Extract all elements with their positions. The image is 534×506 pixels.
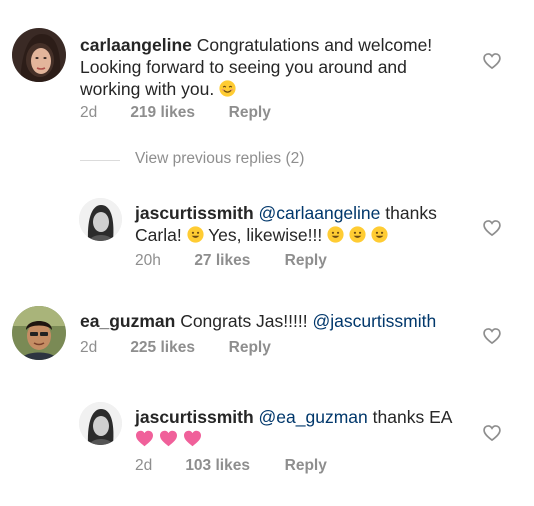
comment-text: Congrats Jas!!!!!: [180, 311, 308, 331]
reply-button[interactable]: Reply: [229, 339, 271, 357]
divider-line: [80, 160, 120, 161]
timestamp: 2d: [80, 339, 98, 356]
reply-button[interactable]: Reply: [285, 252, 327, 270]
avatar-jascurtissmith[interactable]: [79, 402, 122, 445]
comment-body: jascurtissmith @carlaangeline thanks Car…: [135, 202, 465, 246]
avatar-carlaangeline[interactable]: [12, 28, 66, 82]
smiling-face-emoji-icon: [186, 226, 204, 243]
username[interactable]: ea_guzman: [80, 311, 175, 331]
avatar-ea-guzman[interactable]: [12, 306, 66, 360]
heart-outline-icon[interactable]: [482, 423, 502, 443]
username[interactable]: carlaangeline: [80, 35, 192, 55]
likes-count[interactable]: 103 likes: [185, 457, 280, 475]
heart-outline-icon[interactable]: [482, 326, 502, 346]
heart-outline-icon[interactable]: [482, 51, 502, 71]
pink-heart-emoji-icon: [183, 430, 201, 447]
comment-body: ea_guzman Congrats Jas!!!!! @jascurtissm…: [80, 310, 470, 332]
username[interactable]: jascurtissmith: [135, 203, 254, 223]
avatar-jascurtissmith[interactable]: [79, 198, 122, 241]
comment-text-2: Yes, likewise!!!: [208, 225, 323, 245]
comment-meta: 2d 219 likes Reply: [80, 104, 271, 122]
mention-link[interactable]: @ea_guzman: [259, 407, 368, 427]
smiling-face-emoji-icon: [371, 226, 388, 243]
timestamp: 20h: [135, 252, 161, 269]
mention-link[interactable]: @carlaangeline: [259, 203, 381, 223]
username[interactable]: jascurtissmith: [135, 407, 254, 427]
comment-text: thanks EA: [372, 407, 453, 427]
view-previous-label[interactable]: View previous replies (2): [135, 150, 304, 168]
comment-body: jascurtissmith @ea_guzman thanks EA: [135, 406, 465, 450]
mention-link[interactable]: @jascurtissmith: [312, 311, 436, 331]
likes-count[interactable]: 219 likes: [130, 104, 224, 122]
comment-meta: 2d 225 likes Reply: [80, 339, 271, 357]
reply-button[interactable]: Reply: [285, 457, 327, 475]
heart-outline-icon[interactable]: [482, 218, 502, 238]
timestamp: 2d: [80, 104, 98, 121]
smiling-face-emoji-icon: [349, 226, 366, 243]
comment-body: carlaangeline Congratulations and welcom…: [80, 34, 460, 100]
likes-count[interactable]: 225 likes: [130, 339, 224, 357]
smiling-face-emoji-icon: [219, 80, 236, 97]
comment-meta: 20h 27 likes Reply: [135, 252, 327, 270]
pink-heart-emoji-icon: [136, 430, 153, 447]
likes-count[interactable]: 27 likes: [194, 252, 280, 270]
pink-heart-emoji-icon: [159, 430, 177, 447]
comment-meta: 2d 103 likes Reply: [135, 457, 327, 475]
smiling-face-emoji-icon: [327, 226, 344, 243]
reply-button[interactable]: Reply: [229, 104, 271, 122]
timestamp: 2d: [135, 457, 153, 474]
